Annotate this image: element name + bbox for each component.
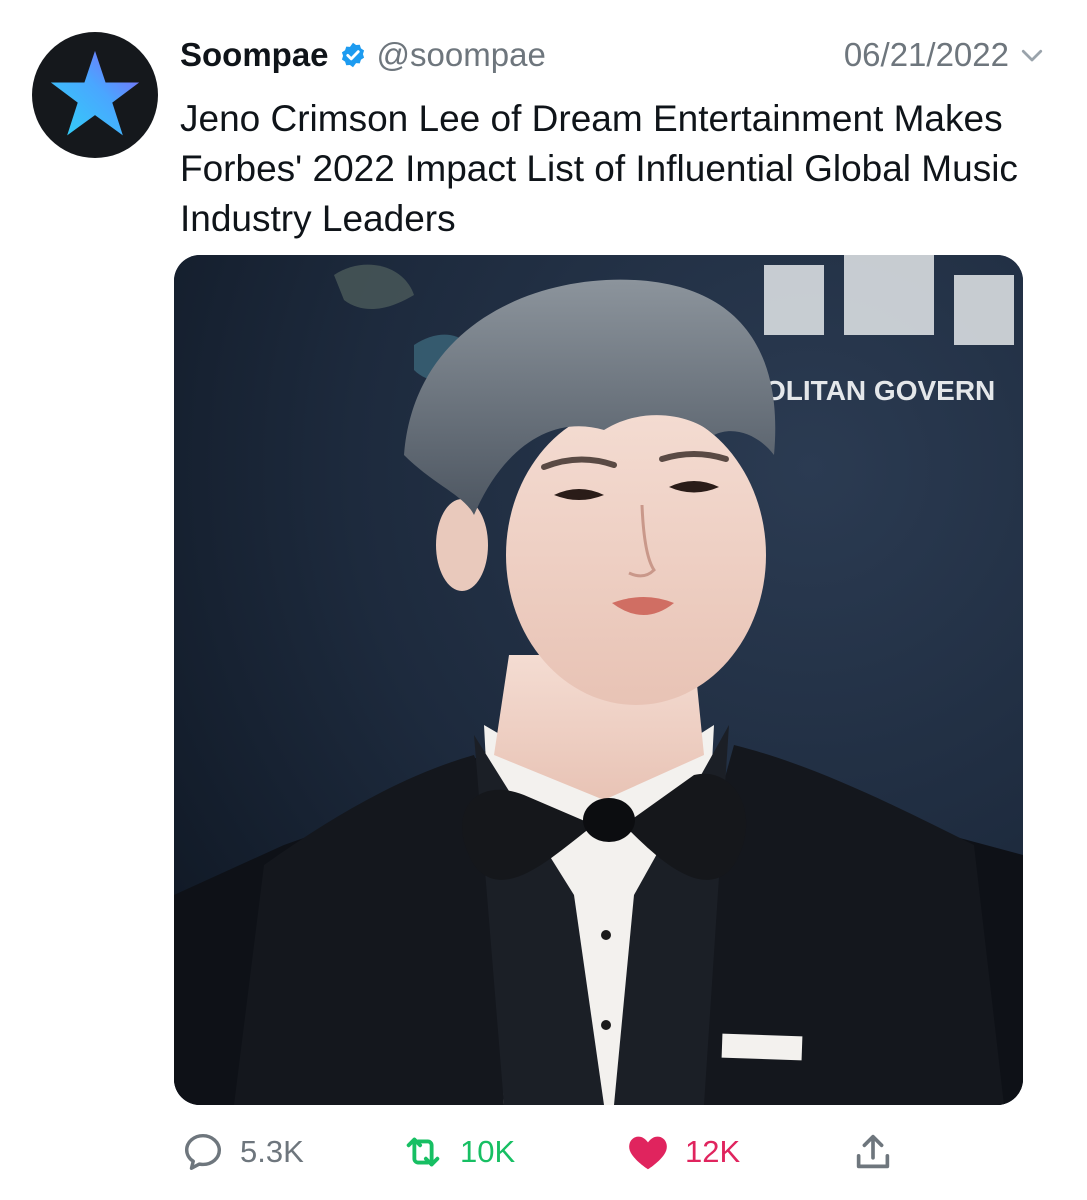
retweet-count: 10K (460, 1134, 516, 1169)
backdrop-text: OLITAN GOVERN (764, 375, 995, 406)
reply-bubble-icon (180, 1129, 226, 1175)
retweet-button[interactable]: 10K (400, 1120, 515, 1184)
avatar[interactable] (32, 32, 158, 158)
like-button[interactable]: 12K (625, 1120, 740, 1184)
heart-icon (625, 1129, 671, 1175)
tweet-actions: 5.3K 10K 12K (0, 1120, 1087, 1184)
share-icon (850, 1129, 896, 1175)
chevron-down-icon[interactable] (1017, 40, 1047, 70)
reply-count: 5.3K (240, 1134, 304, 1169)
display-name[interactable]: Soompae (180, 36, 329, 74)
user-handle[interactable]: @soompae (377, 36, 546, 74)
tweet-photo[interactable]: OLITAN GOVERN (174, 255, 1023, 1105)
tweet-header: Soompae @soompae 06/21/2022 (180, 30, 1047, 80)
retweet-icon (400, 1129, 446, 1175)
reply-button[interactable]: 5.3K (180, 1120, 304, 1184)
share-button[interactable] (850, 1120, 910, 1184)
star-icon (50, 50, 140, 136)
tweet-date[interactable]: 06/21/2022 (844, 36, 1009, 74)
tweet-text: Jeno Crimson Lee of Dream Entertainment … (180, 98, 1018, 239)
verified-badge-icon (339, 41, 367, 69)
like-count: 12K (685, 1134, 741, 1169)
